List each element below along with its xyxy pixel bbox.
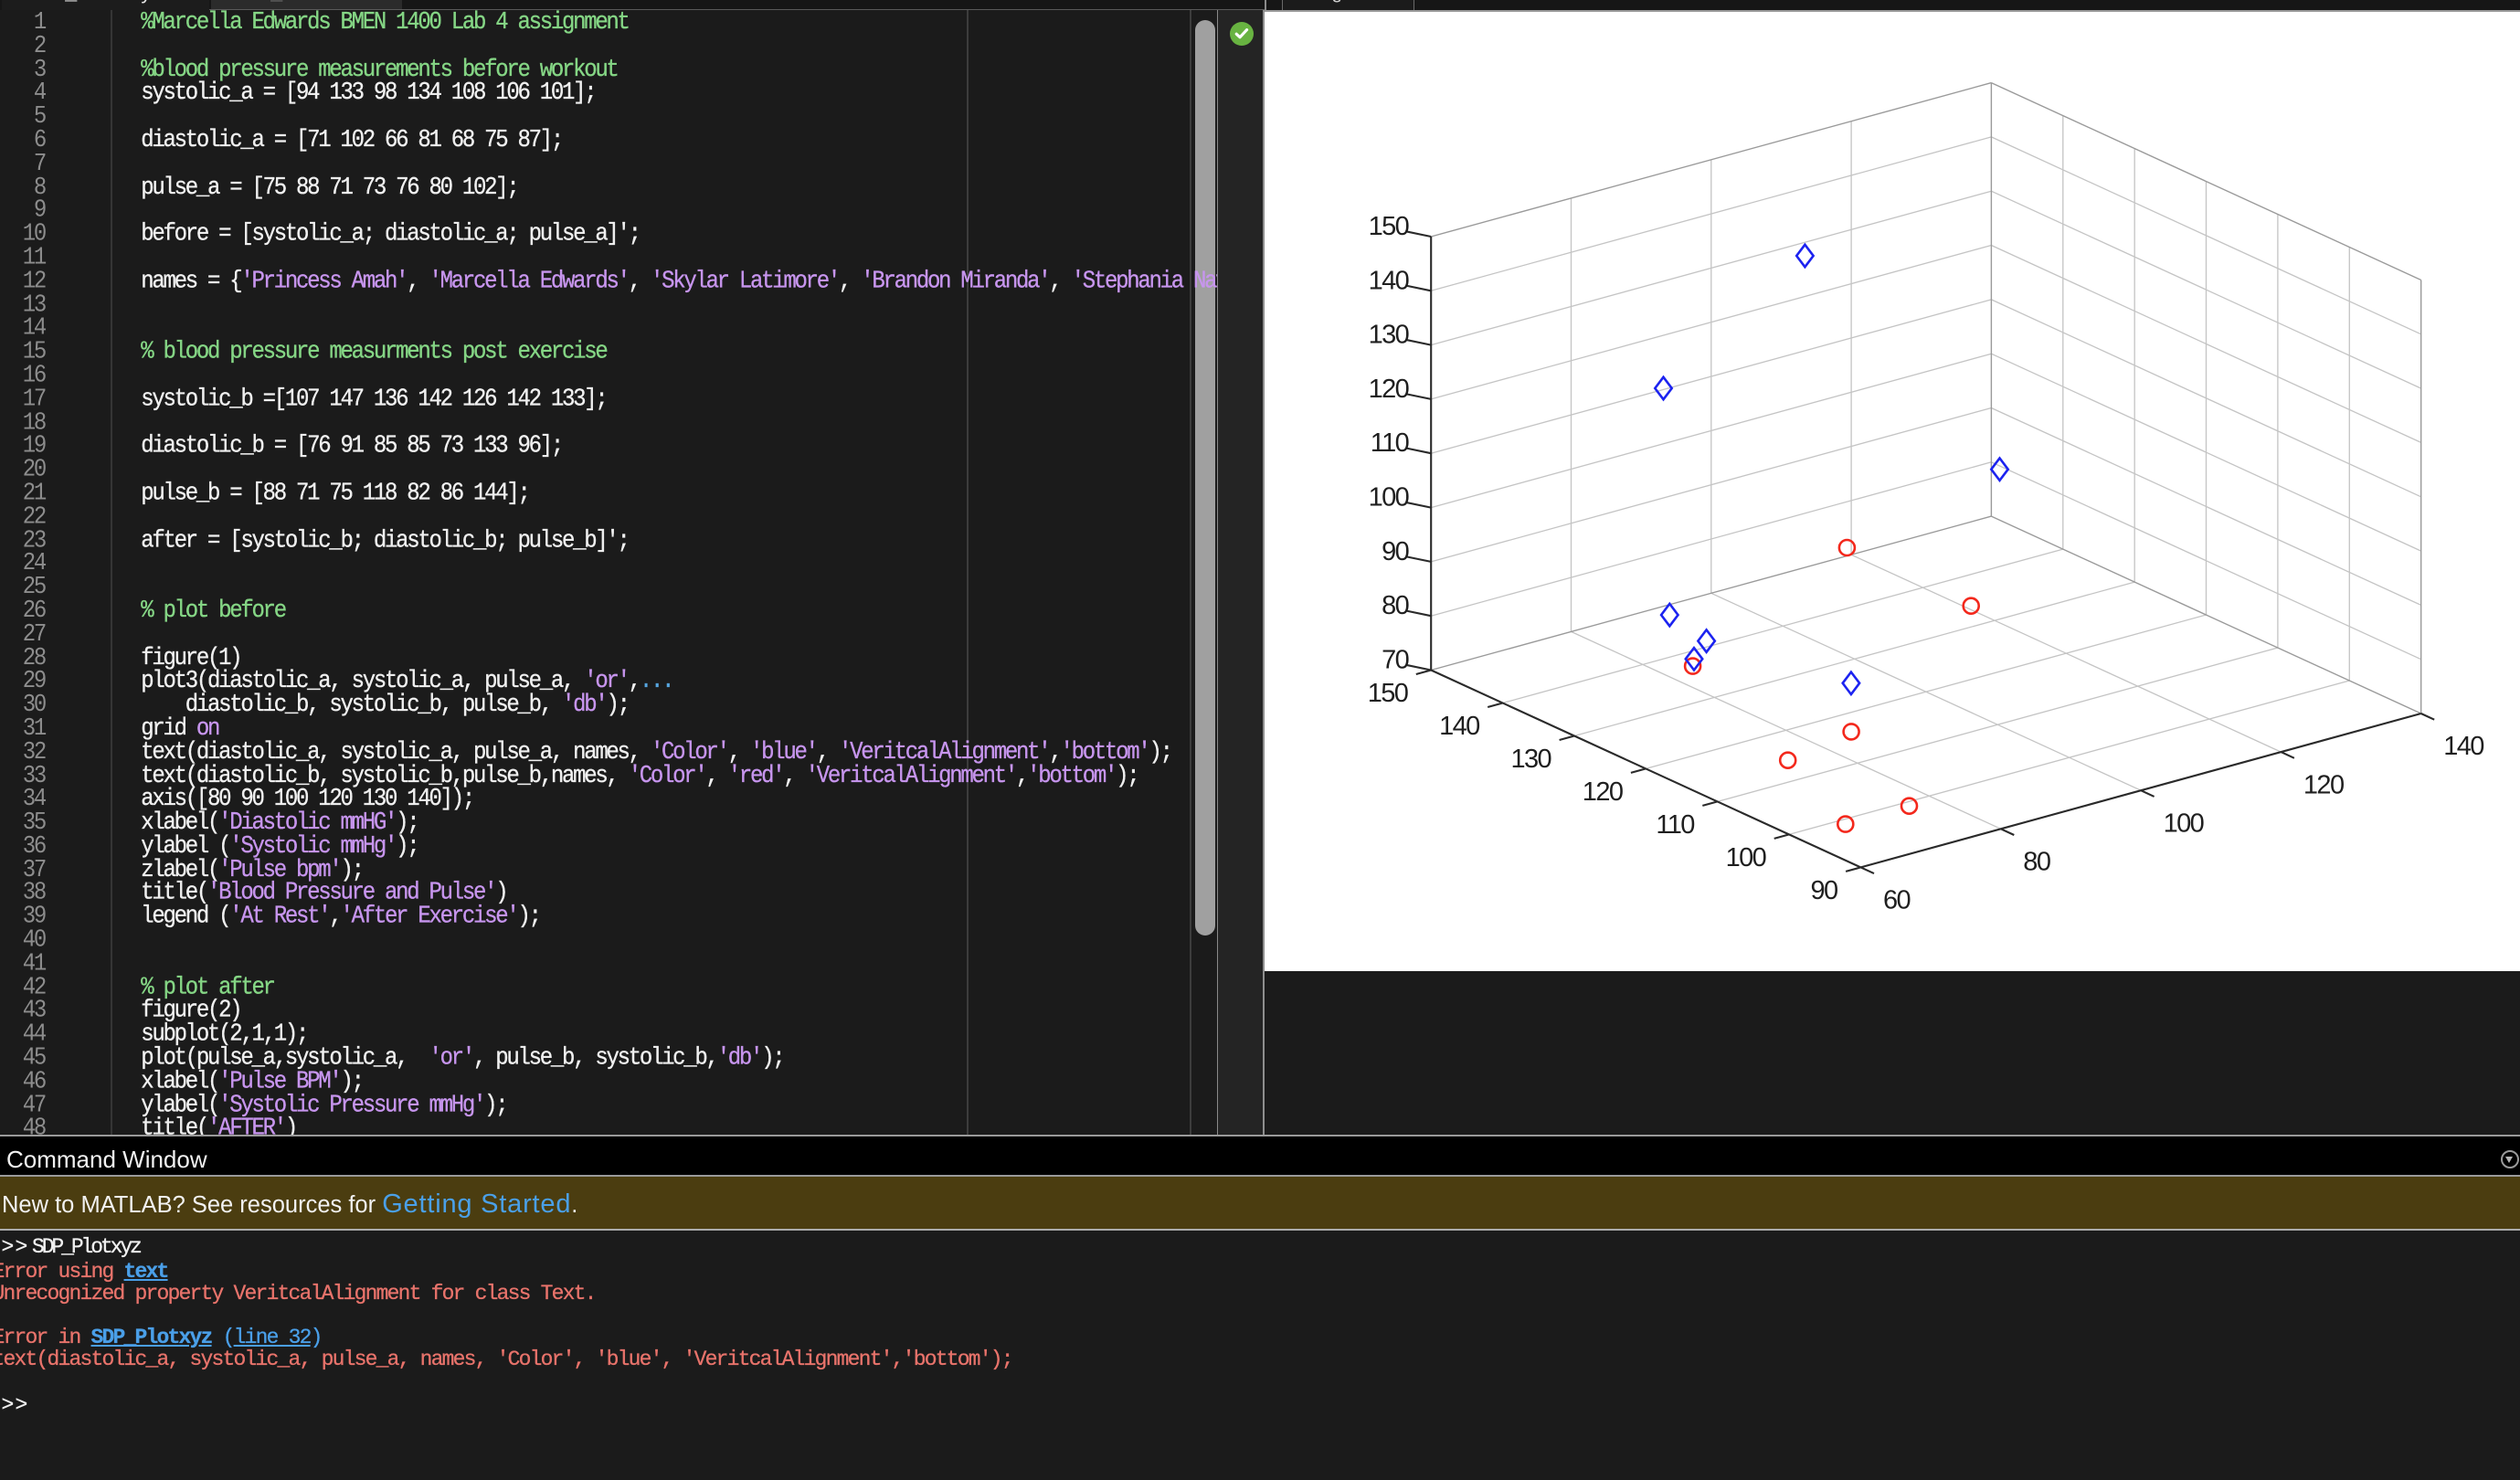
svg-text:110: 110 [1656,810,1694,840]
svg-text:90: 90 [1382,537,1409,566]
svg-text:130: 130 [1511,745,1551,774]
svg-text:120: 120 [1583,777,1623,807]
svg-text:130: 130 [1369,321,1409,350]
svg-text:100: 100 [2164,809,2204,838]
svg-text:120: 120 [2303,770,2344,799]
svg-text:80: 80 [1382,591,1409,620]
svg-text:60: 60 [1883,886,1911,915]
svg-text:80: 80 [2023,848,2050,877]
svg-text:90: 90 [1811,876,1838,905]
svg-text:100: 100 [1369,483,1409,513]
svg-text:150: 150 [1368,679,1408,708]
svg-text:150: 150 [1369,212,1409,241]
svg-text:140: 140 [1369,266,1409,295]
svg-text:110: 110 [1371,428,1409,458]
svg-text:120: 120 [1369,375,1409,404]
svg-text:70: 70 [1382,646,1409,675]
svg-text:100: 100 [1726,843,1766,872]
svg-text:140: 140 [1439,712,1479,741]
svg-text:140: 140 [2443,732,2483,761]
